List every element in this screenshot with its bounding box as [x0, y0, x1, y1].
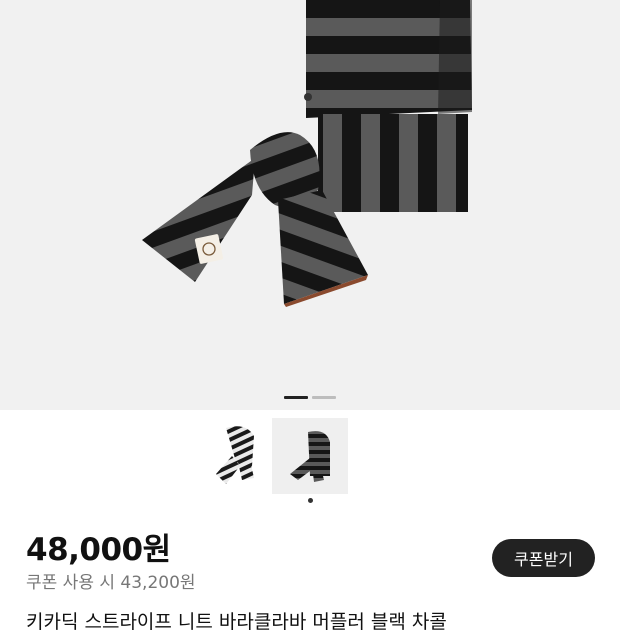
product-title: 키카딕 스트라이프 니트 바라클라바 머플러 블랙 차콜	[26, 611, 447, 633]
carousel-indicator[interactable]	[312, 396, 336, 399]
product-price: 48,000원	[26, 532, 171, 568]
thumbnail-strip	[0, 418, 620, 508]
selected-thumbnail-dot	[308, 498, 313, 503]
thumbnail-image-1[interactable]	[196, 418, 272, 494]
product-photo-balaclava-scarf	[142, 0, 472, 307]
coupon-price-text: 쿠폰 사용 시 43,200원	[26, 573, 196, 593]
product-image-carousel[interactable]	[0, 0, 620, 410]
thumbnail-image-2[interactable]	[272, 418, 348, 494]
hooded-scarf-front-thumbnail	[216, 426, 254, 484]
hooded-scarf-side-thumbnail	[290, 431, 330, 482]
get-coupon-button[interactable]: 쿠폰받기	[492, 539, 595, 577]
carousel-indicator-active	[284, 396, 308, 399]
